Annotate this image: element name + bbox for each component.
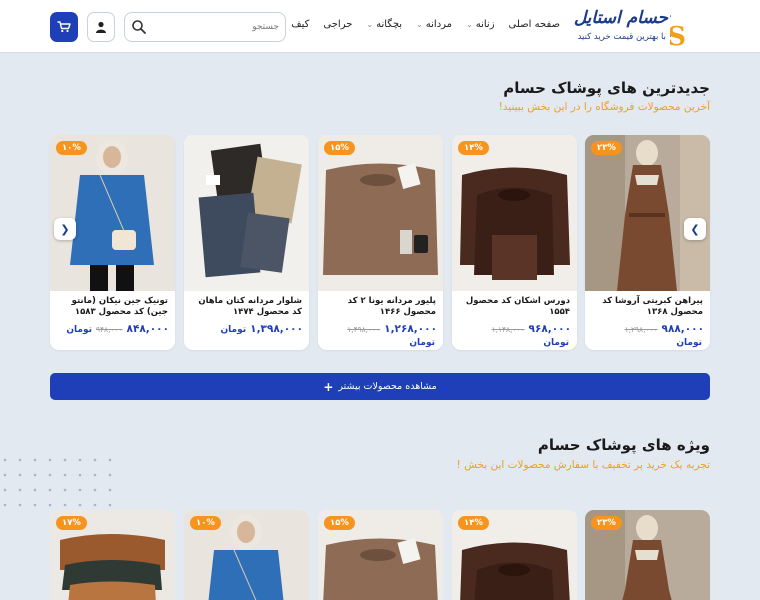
nav-item-home[interactable]: صفحه اصلی bbox=[509, 19, 560, 30]
product-card[interactable]: ۲۳% پیراهن کبریتی آروشا کد محصول ۱۳۶۸ ۹۸… bbox=[585, 135, 710, 350]
special-products-carousel: ۲۳% ۱۴% ۱۵% ۱۰% ۱۷% bbox=[50, 510, 710, 600]
brand-slogan: با بهترین قیمت خرید کنید bbox=[577, 32, 666, 42]
special-section-subtitle: تجربه یک خرید پر تخفیف با سفارش محصولات … bbox=[456, 459, 710, 471]
product-title: پلیور مردانه یونا ۲ کد محصول ۱۴۶۶ bbox=[347, 296, 436, 317]
user-icon bbox=[96, 21, 106, 33]
chevron-down-icon: ⌄ bbox=[366, 20, 374, 29]
product-card[interactable]: ۱۵% bbox=[318, 510, 443, 600]
view-more-products-button[interactable]: مشاهده محصولات بیشتر + bbox=[50, 373, 710, 400]
nav-item-sale[interactable]: حراجی bbox=[323, 19, 352, 30]
chevron-right-icon: ❯ bbox=[690, 222, 700, 236]
currency-label: تومان bbox=[543, 338, 569, 348]
newest-section-title: جدیدترین های پوشاک حسام bbox=[503, 79, 710, 97]
currency-label: تومان bbox=[220, 325, 247, 335]
nav-item-kids[interactable]: بچگانه ⌄ bbox=[366, 19, 402, 30]
old-price: ۱,۱۴۸,۰۰۰ bbox=[491, 325, 525, 334]
product-card[interactable]: ۱۷% bbox=[50, 510, 175, 600]
current-price: ۸۴۸,۰۰۰ bbox=[126, 323, 169, 335]
product-price: ۸۴۸,۰۰۰ ۹۴۸,۰۰۰ تومان bbox=[66, 323, 169, 335]
product-title: پیراهن کبریتی آروشا کد محصول ۱۳۶۸ bbox=[602, 296, 703, 317]
discount-badge: ۱۰% bbox=[56, 141, 87, 155]
nav-item-men[interactable]: مردانه ⌄ bbox=[416, 19, 452, 30]
nav-label: بچگانه bbox=[376, 19, 403, 30]
product-card[interactable]: ۱۰% تونیک جین نیکان (مانتو جین) کد محصول… bbox=[50, 135, 175, 350]
product-price: ۹۸۸,۰۰۰ ۱,۲۹۸,۰۰۰ bbox=[625, 323, 704, 335]
product-price: ۱,۲۶۸,۰۰۰ ۱,۴۹۸,۰۰۰ bbox=[347, 323, 437, 335]
nav-item-women[interactable]: زنانه ⌄ bbox=[466, 19, 495, 30]
product-price: ۹۶۸,۰۰۰ ۱,۱۴۸,۰۰۰ bbox=[492, 323, 571, 335]
current-price: ۹۶۸,۰۰۰ bbox=[528, 323, 571, 335]
plus-icon: + bbox=[323, 379, 334, 394]
current-price: ۱,۲۶۸,۰۰۰ bbox=[384, 323, 437, 335]
main-nav: صفحه اصلی زنانه ⌄ مردانه ⌄ بچگانه ⌄ حراجی ک… bbox=[291, 19, 560, 30]
brand-logo[interactable]: H S حسام استایل با بهترین قیمت خرید کنید bbox=[548, 7, 708, 47]
product-card[interactable]: ۲۳% bbox=[585, 510, 710, 600]
old-price: ۱,۲۹۸,۰۰۰ bbox=[624, 325, 658, 334]
discount-badge: ۱۵% bbox=[324, 141, 355, 155]
old-price: ۱,۴۹۸,۰۰۰ bbox=[347, 325, 381, 334]
hs-monogram-icon: H S bbox=[670, 10, 686, 47]
discount-badge: ۱۵% bbox=[324, 516, 355, 530]
nav-label: صفحه اصلی bbox=[508, 19, 560, 30]
decorative-dot-pattern bbox=[3, 458, 112, 507]
chevron-left-icon: ❮ bbox=[60, 222, 70, 236]
currency-label: تومان bbox=[676, 338, 702, 348]
product-card[interactable]: ۱۵% پلیور مردانه یونا ۲ کد محصول ۱۴۶۶ ۱,… bbox=[318, 135, 443, 350]
newest-section-subtitle: آخرین محصولات فروشگاه را در این بخش ببین… bbox=[498, 101, 710, 113]
current-price: ۹۸۸,۰۰۰ bbox=[661, 323, 704, 335]
search-input[interactable] bbox=[149, 17, 279, 37]
product-image-beige-sweater bbox=[318, 135, 443, 291]
product-title: شلوار مردانه کتان ماهان کد محصول ۱۴۷۴ bbox=[198, 296, 302, 317]
newest-products-carousel: ۲۳% پیراهن کبریتی آروشا کد محصول ۱۳۶۸ ۹۸… bbox=[50, 135, 710, 350]
product-card[interactable]: ۱۰% bbox=[184, 510, 309, 600]
discount-badge: ۲۳% bbox=[591, 141, 622, 155]
discount-badge: ۱۴% bbox=[458, 516, 489, 530]
product-title: تونیک جین نیکان (مانتو جین) کد محصول ۱۵۸… bbox=[71, 296, 168, 317]
product-card[interactable]: ۱۴% bbox=[452, 510, 577, 600]
search-box bbox=[124, 12, 286, 42]
cart-icon bbox=[57, 21, 71, 33]
cart-button[interactable] bbox=[50, 12, 78, 42]
site-header: H S حسام استایل با بهترین قیمت خرید کنید… bbox=[0, 0, 760, 53]
nav-label: کیف bbox=[291, 19, 310, 30]
carousel-next-button[interactable]: ❯ bbox=[684, 218, 706, 240]
product-image-brown-dress bbox=[585, 135, 710, 291]
brand-name: حسام استایل bbox=[573, 8, 668, 28]
user-account-button[interactable] bbox=[87, 12, 115, 42]
product-price: ۱,۳۹۸,۰۰۰ تومان bbox=[221, 323, 304, 335]
discount-badge: ۲۳% bbox=[591, 516, 622, 530]
product-image-dark-brown-sweaters bbox=[452, 135, 577, 291]
nav-label: زنانه bbox=[475, 19, 495, 30]
current-price: ۱,۳۹۸,۰۰۰ bbox=[250, 323, 303, 335]
product-card[interactable]: ۱۴% دورس اشکان کد محصول ۱۵۵۴ ۹۶۸,۰۰۰ ۱,۱… bbox=[452, 135, 577, 350]
carousel-prev-button[interactable]: ❮ bbox=[54, 218, 76, 240]
product-image-blue-tunic bbox=[50, 135, 175, 291]
svg-text:S: S bbox=[670, 22, 686, 47]
discount-badge: ۱۷% bbox=[56, 516, 87, 530]
product-image-folded-pants bbox=[184, 135, 309, 291]
product-title: دورس اشکان کد محصول ۱۵۵۴ bbox=[465, 296, 570, 317]
product-card[interactable]: شلوار مردانه کتان ماهان کد محصول ۱۴۷۴ ۱,… bbox=[184, 135, 309, 350]
special-section-title: ویژه های پوشاک حسام bbox=[537, 436, 710, 454]
nav-label: مردانه bbox=[425, 19, 453, 30]
chevron-down-icon: ⌄ bbox=[416, 20, 423, 29]
discount-badge: ۱۴% bbox=[458, 141, 489, 155]
nav-label: حراجی bbox=[323, 19, 353, 30]
currency-label: تومان bbox=[409, 338, 435, 348]
search-icon[interactable] bbox=[131, 19, 147, 35]
nav-item-bags[interactable]: کیف bbox=[291, 19, 309, 30]
currency-label: تومان bbox=[66, 325, 92, 335]
discount-badge: ۱۰% bbox=[190, 516, 221, 530]
old-price: ۹۴۸,۰۰۰ bbox=[95, 325, 123, 334]
chevron-down-icon: ⌄ bbox=[466, 20, 473, 29]
view-more-label: مشاهده محصولات بیشتر bbox=[338, 381, 437, 392]
